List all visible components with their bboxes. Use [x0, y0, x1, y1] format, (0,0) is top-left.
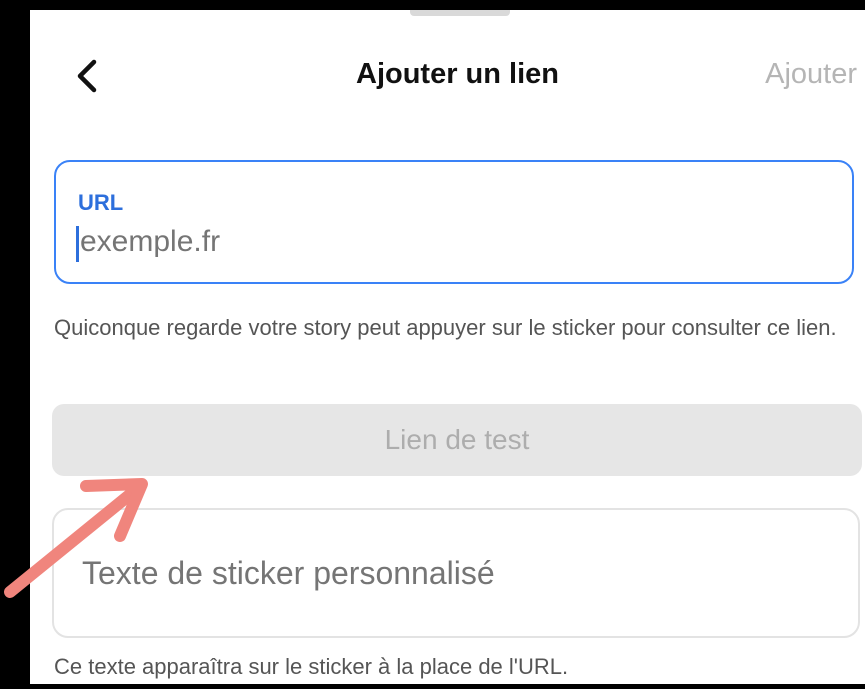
url-field-container[interactable]: URL: [54, 160, 854, 284]
frame-border-bottom: [0, 684, 865, 689]
sticker-text-field-container[interactable]: [52, 508, 860, 638]
sheet-grabber: [410, 10, 510, 16]
navigation-header: Ajouter un lien Ajouter: [30, 30, 865, 120]
page-title: Ajouter un lien: [356, 58, 559, 90]
url-input[interactable]: [78, 224, 822, 260]
frame-border-top: [0, 0, 865, 10]
add-button[interactable]: Ajouter: [765, 58, 857, 91]
test-link-button[interactable]: Lien de test: [52, 404, 862, 476]
screen: Ajouter un lien Ajouter URL Quiconque re…: [0, 0, 865, 689]
sticker-text-input[interactable]: [80, 554, 824, 593]
url-field-label: URL: [78, 190, 124, 215]
url-helper-text: Quiconque regarde votre story peut appuy…: [54, 315, 837, 340]
sticker-helper-text: Ce texte apparaîtra sur le sticker à la …: [54, 654, 569, 679]
arrow-annotation-icon: [4, 478, 148, 598]
